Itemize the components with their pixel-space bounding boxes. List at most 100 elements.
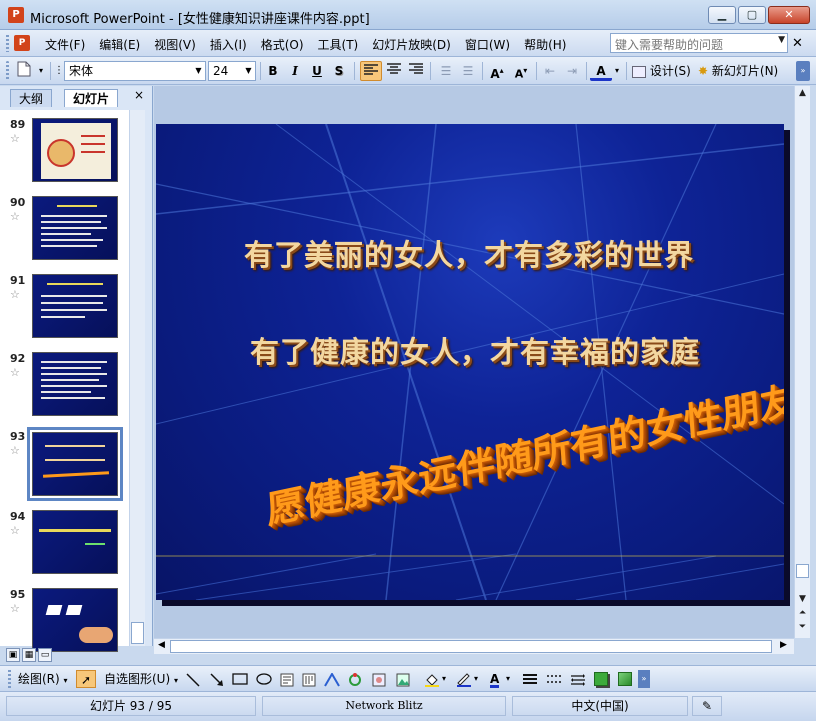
line-style-icon[interactable] bbox=[522, 673, 538, 685]
maximize-button[interactable]: ▢ bbox=[738, 6, 766, 24]
close-window-button[interactable]: ✕ bbox=[768, 6, 810, 24]
font-size-dropdown-icon[interactable]: ▼ bbox=[242, 62, 255, 80]
line-color-dropdown-icon[interactable]: ▾ bbox=[474, 670, 478, 688]
scroll-left-icon[interactable]: ◀ bbox=[158, 640, 165, 650]
toolbar-grip[interactable] bbox=[6, 35, 9, 52]
vertical-text-box-icon[interactable] bbox=[302, 673, 316, 687]
line-tool-icon[interactable] bbox=[186, 673, 200, 687]
wordart-icon[interactable] bbox=[324, 673, 340, 687]
decrease-font-size-icon[interactable]: A▾ bbox=[510, 61, 532, 81]
toolbar-grip[interactable] bbox=[8, 670, 11, 688]
clip-art-icon[interactable] bbox=[372, 673, 386, 687]
close-document-button[interactable]: ✕ bbox=[792, 36, 803, 51]
3d-style-icon[interactable] bbox=[618, 672, 632, 686]
thumbnail-item[interactable]: 92 ☆ bbox=[0, 348, 140, 418]
increase-indent-icon[interactable]: ⇥ bbox=[562, 61, 582, 81]
tab-slides[interactable]: 幻灯片 bbox=[64, 89, 119, 107]
next-slide-icon[interactable]: ⏷ bbox=[796, 622, 809, 632]
slide-sorter-view-icon[interactable]: ▦ bbox=[22, 648, 36, 662]
text-box-icon[interactable] bbox=[280, 673, 294, 687]
new-document-icon[interactable] bbox=[14, 61, 34, 81]
font-size-select[interactable]: 24 ▼ bbox=[208, 61, 256, 81]
slide-text-line-2[interactable]: 有了健康的女人，才有幸福的家庭 bbox=[250, 329, 700, 371]
autoshapes-label: 自选图形(U) bbox=[104, 672, 171, 686]
tab-outline[interactable]: 大纲 bbox=[10, 89, 53, 107]
thumbnail-item[interactable]: 90 ☆ bbox=[0, 192, 140, 262]
new-slide-button[interactable]: ✸ 新幻灯片(N) bbox=[698, 61, 788, 81]
menu-tools[interactable]: 工具(T) bbox=[311, 36, 366, 53]
horizontal-scrollbar-thumb[interactable] bbox=[170, 640, 772, 653]
menu-format[interactable]: 格式(O) bbox=[254, 36, 311, 53]
draw-font-color-dropdown-icon[interactable]: ▾ bbox=[506, 670, 510, 688]
menu-help[interactable]: 帮助(H) bbox=[517, 36, 573, 53]
font-toolbar-grip[interactable]: ⋮ bbox=[54, 61, 64, 81]
numbering-icon[interactable]: ☰ bbox=[436, 61, 456, 81]
design-button[interactable]: 设计(S) bbox=[632, 61, 692, 81]
minimize-button[interactable]: ▁ bbox=[708, 6, 736, 24]
autoshapes-menu-button[interactable]: 自选图形(U) ▾ bbox=[104, 670, 178, 688]
scroll-right-icon[interactable]: ▶ bbox=[780, 640, 787, 650]
menu-insert[interactable]: 插入(I) bbox=[203, 36, 254, 53]
menu-view[interactable]: 视图(V) bbox=[147, 36, 203, 53]
shadow-button[interactable]: S bbox=[330, 61, 348, 81]
menu-window[interactable]: 窗口(W) bbox=[458, 36, 517, 53]
menu-edit[interactable]: 编辑(E) bbox=[92, 36, 147, 53]
align-right-button[interactable] bbox=[406, 61, 426, 81]
thumbnail-scrollbar-thumb[interactable] bbox=[131, 622, 144, 644]
fill-color-icon[interactable] bbox=[424, 673, 440, 687]
font-name-dropdown-icon[interactable]: ▼ bbox=[192, 62, 205, 80]
draw-menu-button[interactable]: 绘图(R) ▾ bbox=[18, 670, 68, 688]
insert-picture-icon[interactable] bbox=[396, 673, 410, 687]
menu-file[interactable]: 文件(F) bbox=[38, 36, 92, 53]
shadow-style-icon[interactable] bbox=[594, 672, 608, 686]
align-left-button[interactable] bbox=[360, 61, 382, 81]
bold-button[interactable]: B bbox=[264, 61, 282, 81]
thumbnail-item[interactable]: 94 ☆ bbox=[0, 506, 140, 576]
font-color-dropdown-icon[interactable]: ▾ bbox=[612, 61, 622, 81]
font-name-select[interactable]: 宋体 ▼ bbox=[64, 61, 206, 81]
scroll-down-icon[interactable]: ▼ bbox=[796, 594, 809, 604]
dash-style-icon[interactable] bbox=[546, 673, 562, 685]
close-pane-button[interactable]: × bbox=[134, 88, 144, 102]
fill-color-dropdown-icon[interactable]: ▾ bbox=[442, 670, 446, 688]
draw-font-color-icon[interactable]: A bbox=[490, 670, 500, 688]
previous-slide-icon[interactable]: ⏶ bbox=[796, 608, 809, 618]
slide-vertical-scrollbar[interactable]: ▲ ▼ ⏶ ⏷ bbox=[794, 86, 810, 638]
decrease-indent-icon[interactable]: ⇤ bbox=[540, 61, 560, 81]
select-objects-icon[interactable]: ➚ bbox=[76, 670, 96, 688]
thumbnail-scrollbar[interactable] bbox=[129, 110, 145, 646]
spelling-status-icon[interactable]: ✎ bbox=[692, 696, 722, 716]
bullets-icon[interactable]: ☰ bbox=[458, 61, 478, 81]
line-color-icon[interactable] bbox=[456, 673, 472, 687]
thumbnail-item[interactable]: 89 ☆ bbox=[0, 114, 140, 184]
increase-font-size-icon[interactable]: A▴ bbox=[486, 61, 508, 81]
help-dropdown-icon[interactable]: ▼ bbox=[778, 35, 785, 45]
document-icon[interactable]: P bbox=[14, 35, 30, 51]
arrow-style-icon[interactable] bbox=[570, 673, 586, 687]
arrow-tool-icon[interactable] bbox=[210, 673, 224, 687]
horizontal-scrollbar[interactable]: ◀ ▶ bbox=[154, 638, 794, 654]
thumbnail-item[interactable]: 93 ☆ bbox=[0, 426, 140, 501]
new-document-dropdown-icon[interactable]: ▾ bbox=[36, 61, 46, 81]
drawing-toolbar-options-icon[interactable]: » bbox=[638, 670, 650, 688]
diagram-icon[interactable] bbox=[348, 673, 362, 687]
font-color-icon[interactable]: A bbox=[590, 61, 612, 81]
toolbar-grip[interactable] bbox=[6, 61, 9, 81]
thumbnail-item[interactable]: 91 ☆ bbox=[0, 270, 140, 340]
current-slide[interactable]: 有了美丽的女人，才有多彩的世界 有了健康的女人，才有幸福的家庭 愿健康永远伴随所… bbox=[156, 124, 784, 600]
rectangle-tool-icon[interactable] bbox=[232, 673, 248, 685]
slide-scrollbar-thumb[interactable] bbox=[796, 564, 809, 578]
toolbar-options-icon[interactable]: » bbox=[796, 61, 810, 81]
powerpoint-app-icon[interactable]: P bbox=[8, 7, 24, 23]
italic-button[interactable]: I bbox=[286, 61, 304, 81]
normal-view-icon[interactable]: ▣ bbox=[6, 648, 20, 662]
thumbnail-item[interactable]: 95 ☆ bbox=[0, 584, 140, 654]
slideshow-view-icon[interactable]: ▭ bbox=[38, 648, 52, 662]
menu-slideshow[interactable]: 幻灯片放映(D) bbox=[365, 36, 458, 53]
slide-text-line-1[interactable]: 有了美丽的女人，才有多彩的世界 bbox=[244, 232, 694, 274]
scroll-up-icon[interactable]: ▲ bbox=[796, 88, 809, 98]
underline-button[interactable]: U bbox=[308, 61, 326, 81]
help-search-input[interactable]: 键入需要帮助的问题 ▼ bbox=[610, 33, 788, 53]
oval-tool-icon[interactable] bbox=[256, 673, 272, 685]
align-center-button[interactable] bbox=[384, 61, 404, 81]
